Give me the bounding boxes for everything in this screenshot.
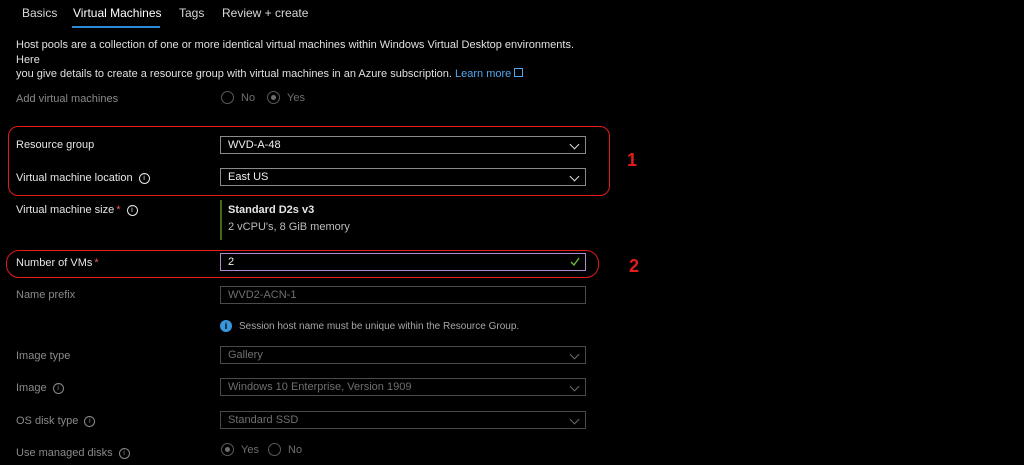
- os-disk-label-text: OS disk type: [16, 415, 79, 427]
- tab-basics[interactable]: Basics: [22, 6, 57, 20]
- image-type-label: Image type: [16, 350, 71, 362]
- info-icon[interactable]: i: [118, 448, 130, 459]
- managed-disks-label: Use managed disks i: [16, 447, 130, 459]
- annotation-number-2: 2: [629, 256, 640, 276]
- add-vms-label: Add virtual machines: [16, 93, 119, 105]
- radio-selected-dot: [271, 95, 276, 100]
- add-vms-no-label: No: [241, 92, 256, 104]
- image-type-select[interactable]: Gallery: [220, 346, 586, 364]
- add-vms-no-radio[interactable]: [221, 91, 234, 104]
- annotation-box-1: [8, 126, 610, 196]
- vm-size-label-text: Virtual machine size: [16, 204, 115, 216]
- add-vms-yes-label: Yes: [287, 92, 305, 104]
- session-host-notice: Session host name must be unique within …: [239, 321, 520, 332]
- name-prefix-label: Name prefix: [16, 289, 76, 301]
- os-disk-type-label: OS disk type i: [16, 415, 96, 427]
- info-icon[interactable]: i: [84, 416, 96, 427]
- external-link-icon: [514, 68, 524, 77]
- description-line-2: you give details to create a resource gr…: [16, 68, 452, 80]
- required-asterisk: *: [116, 204, 121, 216]
- add-vms-yes-radio[interactable]: [267, 91, 280, 104]
- name-prefix-placeholder: WVD2-ACN-1: [228, 289, 297, 301]
- annotation-box-2: [6, 250, 599, 278]
- os-disk-type-select[interactable]: Standard SSD: [220, 411, 586, 429]
- tab-review-create[interactable]: Review + create: [222, 6, 308, 20]
- description-line-1: Host pools are a collection of one or mo…: [16, 39, 575, 66]
- os-disk-type-value: Standard SSD: [228, 414, 299, 426]
- info-icon[interactable]: i: [126, 205, 138, 216]
- image-label-text: Image: [16, 382, 47, 394]
- vm-size-spec: 2 vCPU's, 8 GiB memory: [228, 221, 350, 233]
- managed-disks-yes-label: Yes: [241, 444, 259, 456]
- info-filled-icon: i: [220, 320, 232, 332]
- managed-disks-no-label: No: [288, 444, 303, 456]
- learn-more-link[interactable]: Learn more: [455, 68, 511, 80]
- info-icon[interactable]: i: [52, 383, 64, 394]
- image-type-value: Gallery: [228, 349, 263, 361]
- managed-disks-no-radio[interactable]: [268, 443, 281, 456]
- name-prefix-input[interactable]: WVD2-ACN-1: [220, 286, 586, 304]
- image-value: Windows 10 Enterprise, Version 1909: [228, 381, 412, 393]
- tab-virtual-machines[interactable]: Virtual Machines: [73, 6, 162, 20]
- size-bar: [220, 200, 222, 240]
- vm-size-label: Virtual machine size * i: [16, 204, 138, 216]
- chevron-down-icon: [569, 414, 580, 425]
- tab-tags[interactable]: Tags: [179, 6, 204, 20]
- page-description: Host pools are a collection of one or mo…: [16, 38, 596, 82]
- managed-disks-yes-radio[interactable]: [221, 443, 234, 456]
- radio-selected-dot: [225, 447, 230, 452]
- managed-disks-label-text: Use managed disks: [16, 447, 113, 459]
- chevron-down-icon: [569, 349, 580, 360]
- vm-size-name[interactable]: Standard D2s v3: [228, 204, 314, 216]
- image-select[interactable]: Windows 10 Enterprise, Version 1909: [220, 378, 586, 396]
- active-tab-indicator: [72, 26, 160, 28]
- image-label: Image i: [16, 382, 64, 394]
- chevron-down-icon: [569, 381, 580, 392]
- annotation-number-1: 1: [627, 150, 638, 170]
